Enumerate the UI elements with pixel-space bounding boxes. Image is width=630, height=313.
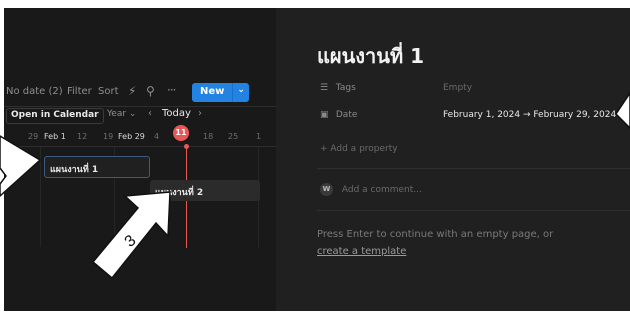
annotation-arrow-left: [0, 135, 42, 198]
annotation-arrow-right: [615, 91, 630, 130]
screenshot-canvas: No date (2) Filter Sort ⚡ ⚲ ··· New ⌄ Op…: [0, 0, 630, 313]
annotation-overlay: 3: [0, 91, 630, 280]
annotation-arrow-3: [91, 191, 171, 280]
